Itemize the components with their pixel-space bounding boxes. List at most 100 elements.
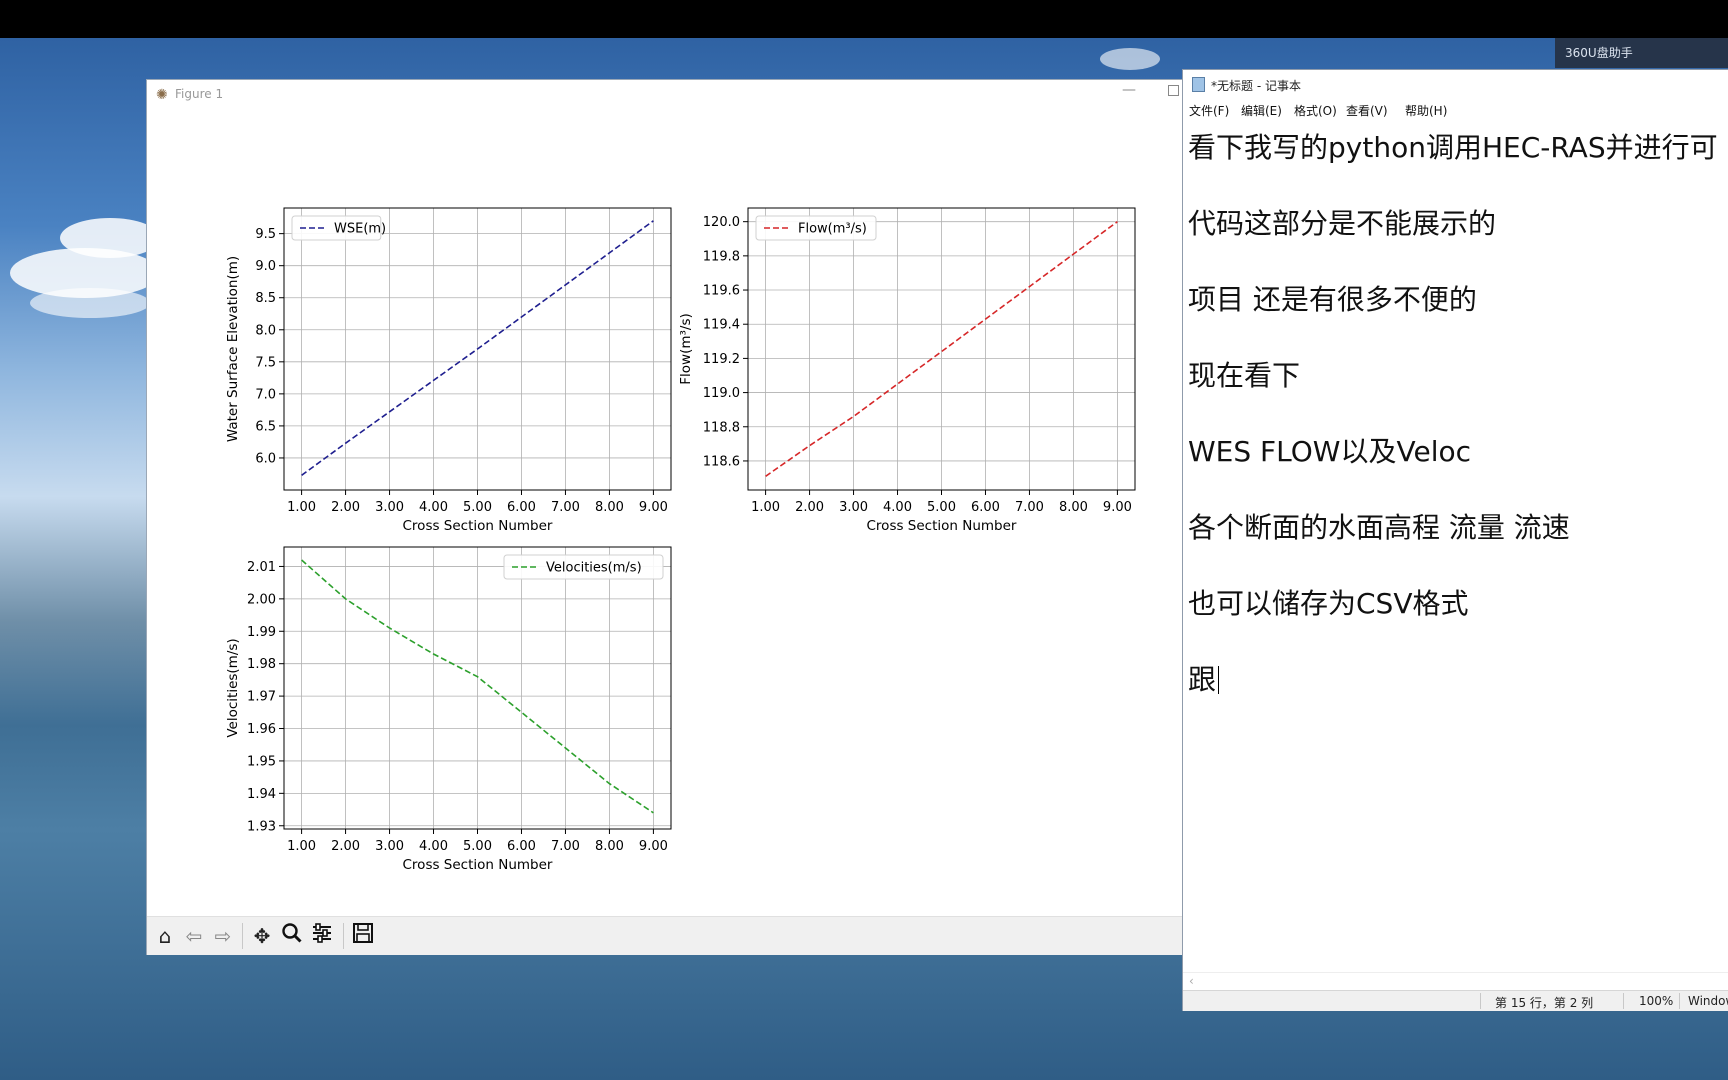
toolbar-separator bbox=[242, 923, 243, 949]
subplot-2-x-tick-label: 7.00 bbox=[1015, 500, 1044, 515]
menu-view[interactable]: 查看(V) bbox=[1346, 102, 1388, 119]
zoom-icon[interactable] bbox=[278, 922, 306, 950]
subplot-2-x-tick-label: 5.00 bbox=[927, 500, 956, 515]
subplot-3-y-tick-label: 1.96 bbox=[247, 722, 276, 737]
notepad-title: *无标题 - 记事本 bbox=[1211, 79, 1301, 93]
subplot-2-x-tick-label: 1.00 bbox=[751, 500, 780, 515]
subplot-3-x-tick-label: 4.00 bbox=[419, 839, 448, 854]
save-icon[interactable] bbox=[349, 922, 377, 950]
subplot-2-x-axis-label: Cross Section Number bbox=[867, 518, 1017, 534]
text-line: 现在看下 bbox=[1188, 359, 1301, 392]
figure-window: ✺ Figure 1 — 1.00 2.00 3.00 4.00 5.00 6.00 7.0… bbox=[147, 80, 1183, 955]
subplot-1-x-axis-label: Cross Section Number bbox=[403, 518, 553, 534]
subplot-2-x-tick-label: 6.00 bbox=[971, 500, 1000, 515]
subplot-3-y-axis-label: Velocities(m/s) bbox=[225, 638, 241, 737]
figure-titlebar[interactable]: ✺ Figure 1 — bbox=[147, 80, 1183, 110]
subplot-3-x-tick-label: 7.00 bbox=[551, 839, 580, 854]
subplot-1-x-tick-label: 7.00 bbox=[551, 500, 580, 515]
notepad-titlebar[interactable]: *无标题 - 记事本 bbox=[1183, 70, 1728, 98]
menu-file[interactable]: 文件(F) bbox=[1189, 102, 1229, 119]
subplot-3-y-tick-label: 1.93 bbox=[247, 819, 276, 834]
subplot-1-x-tick-label: 2.00 bbox=[331, 500, 360, 515]
text-caret bbox=[1218, 666, 1220, 694]
subplot-1-y-tick-label: 8.5 bbox=[255, 291, 276, 306]
text-line-content: 跟 bbox=[1188, 663, 1217, 696]
subplot-1-x-tick-label: 6.00 bbox=[507, 500, 536, 515]
matplotlib-logo-icon: ✺ bbox=[156, 87, 168, 103]
subplot-2-y-tick-label: 118.8 bbox=[703, 420, 740, 435]
subplot-1-x-tick-label: 5.00 bbox=[463, 500, 492, 515]
subplot-1-x-tick-label: 4.00 bbox=[419, 500, 448, 515]
sliders-icon-glyph bbox=[313, 923, 331, 943]
subplot-1-y-tick-label: 6.0 bbox=[255, 451, 276, 466]
horizontal-scrollbar[interactable]: ‹ bbox=[1183, 972, 1728, 991]
cloud bbox=[1100, 48, 1160, 70]
subplot-1-y-axis-label: Water Surface Elevation(m) bbox=[225, 256, 241, 442]
maximize-icon[interactable] bbox=[1168, 85, 1179, 96]
floppy-icon-glyph bbox=[353, 923, 373, 943]
subplot-2-y-axis-label: Flow(m³/s) bbox=[678, 313, 694, 385]
subplot-1-x-tick-label: 8.00 bbox=[595, 500, 624, 515]
notepad-window: *无标题 - 记事本 文件(F) 编辑(E) 格式(O) 查看(V) 帮助(H)… bbox=[1183, 70, 1728, 1011]
minimize-icon[interactable]: — bbox=[1122, 82, 1136, 98]
status-zoom: 100% bbox=[1639, 994, 1674, 1008]
navigation-toolbar: ⌂ ⇦ ⇨ ✥ bbox=[147, 916, 1183, 955]
text-line: 也可以储存为CSV格式 bbox=[1188, 587, 1469, 620]
notepad-menubar: 文件(F) 编辑(E) 格式(O) 查看(V) 帮助(H) bbox=[1183, 98, 1728, 120]
subplot-2-x-tick-label: 8.00 bbox=[1059, 500, 1088, 515]
subplot-2-x-tick-label: 4.00 bbox=[883, 500, 912, 515]
notepad-icon bbox=[1192, 77, 1205, 92]
text-line: 代码这部分是不能展示的 bbox=[1188, 207, 1497, 240]
status-line-ending: Windows bbox=[1688, 994, 1728, 1008]
figure-canvas: 1.00 2.00 3.00 4.00 5.00 6.00 7.00 8.00 9.00 6.0 6… bbox=[147, 110, 1183, 916]
text-line: 项目 还是有很多不便的 bbox=[1188, 283, 1477, 316]
subplot-2-x-tick-label: 2.00 bbox=[795, 500, 824, 515]
cloud bbox=[60, 218, 160, 258]
toolbar-separator bbox=[343, 923, 344, 949]
subplot-1-y-tick-label: 8.0 bbox=[255, 323, 276, 338]
status-cursor-position: 第 15 行，第 2 列 bbox=[1495, 996, 1594, 1010]
status-separator bbox=[1480, 993, 1481, 1009]
subplot-3-x-axis-label: Cross Section Number bbox=[403, 857, 553, 873]
notepad-text-area[interactable]: 看下我写的python调用HEC-RAS并进行可 代码这部分是不能展示的 项目 … bbox=[1188, 126, 1728, 1036]
subplot-2-y-tick-label: 119.8 bbox=[703, 249, 740, 264]
subplot-3-y-tick-label: 1.94 bbox=[247, 787, 276, 802]
subplot-3-y-tick-label: 1.99 bbox=[247, 625, 276, 640]
scroll-left-icon[interactable]: ‹ bbox=[1189, 974, 1194, 988]
subplot-2-legend-label: Flow(m³/s) bbox=[798, 222, 867, 237]
subplot-1-x-tick-label: 3.00 bbox=[375, 500, 404, 515]
zoom-icon-glyph bbox=[282, 923, 302, 943]
configure-subplots-icon[interactable] bbox=[308, 922, 336, 950]
subplot-3-x-tick-label: 3.00 bbox=[375, 839, 404, 854]
text-line: 各个断面的水面高程 流量 流速 bbox=[1188, 511, 1570, 544]
back-icon[interactable]: ⇦ bbox=[180, 922, 208, 950]
subplot-2-y-tick-label: 120.0 bbox=[703, 215, 740, 230]
subplot-2-y-tick-label: 118.6 bbox=[703, 454, 740, 469]
subplot-3-x-tick-label: 2.00 bbox=[331, 839, 360, 854]
menu-edit[interactable]: 编辑(E) bbox=[1241, 102, 1282, 119]
forward-icon[interactable]: ⇨ bbox=[209, 922, 237, 950]
subplot-2-y-tick-label: 119.2 bbox=[703, 352, 740, 367]
figure-title: Figure 1 bbox=[175, 87, 224, 101]
subplot-3-x-tick-label: 5.00 bbox=[463, 839, 492, 854]
subplot-3-x-tick-label: 9.00 bbox=[639, 839, 668, 854]
menu-format[interactable]: 格式(O) bbox=[1294, 102, 1337, 119]
text-line-current: 跟 bbox=[1188, 658, 1220, 698]
text-line: WES FLOW以及Veloc bbox=[1188, 435, 1471, 468]
menu-help[interactable]: 帮助(H) bbox=[1405, 102, 1447, 119]
figure-plots: 1.00 2.00 3.00 4.00 5.00 6.00 7.00 8.00 9.00 6.0 6… bbox=[225, 207, 1136, 873]
subplot-3-legend-label: Velocities(m/s) bbox=[546, 561, 642, 576]
pan-icon[interactable]: ✥ bbox=[248, 922, 276, 950]
home-icon[interactable]: ⌂ bbox=[151, 922, 179, 950]
cloud bbox=[30, 288, 150, 318]
subplot-3-y-tick-label: 1.95 bbox=[247, 754, 276, 769]
subplot-1-x-tick-label: 1.00 bbox=[287, 500, 316, 515]
status-separator bbox=[1679, 993, 1680, 1009]
tray-360-usb-helper[interactable]: 360U盘助手 bbox=[1555, 38, 1728, 68]
subplot-3-y-tick-label: 1.98 bbox=[247, 657, 276, 672]
subplot-3-y-tick-label: 2.00 bbox=[247, 592, 276, 607]
screen-top-bar bbox=[0, 0, 1728, 38]
subplot-3-y-tick-label: 1.97 bbox=[247, 690, 276, 705]
subplot-3-x-tick-label: 6.00 bbox=[507, 839, 536, 854]
subplot-2-y-tick-label: 119.4 bbox=[703, 318, 740, 333]
